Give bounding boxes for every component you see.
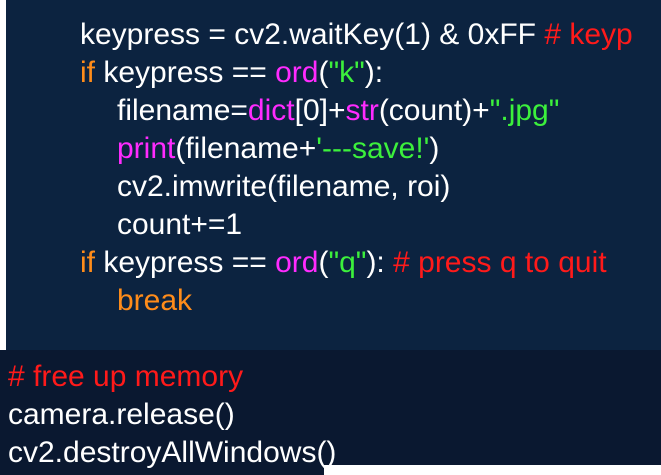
code-builtin: ord bbox=[275, 56, 319, 89]
code-keyword: if bbox=[80, 246, 95, 279]
code-comment: # free up memory bbox=[8, 360, 244, 393]
code-line-10[interactable]: camera.release() bbox=[8, 398, 235, 434]
code-line-4[interactable]: print(filename+'---save!') bbox=[117, 132, 439, 168]
code-line-2[interactable]: if keypress == ord("k"): bbox=[80, 56, 383, 92]
code-string: ".jpg" bbox=[489, 94, 560, 127]
code-text: filename= bbox=[117, 94, 248, 127]
code-area[interactable]: keypress = cv2.waitKey(1) & 0xFF # keyp … bbox=[0, 0, 661, 475]
code-builtin: str bbox=[345, 94, 379, 127]
code-builtin: ord bbox=[275, 246, 319, 279]
code-line-11[interactable]: cv2.destroyAllWindows() bbox=[8, 436, 336, 472]
code-text: (filename+ bbox=[175, 132, 317, 165]
code-text: ): bbox=[366, 246, 394, 279]
code-text: count+=1 bbox=[117, 208, 243, 241]
code-text: keypress == bbox=[95, 56, 276, 89]
code-text: ) bbox=[429, 132, 440, 165]
code-string: "q" bbox=[328, 246, 367, 279]
code-builtin: print bbox=[117, 132, 176, 165]
code-text: keypress == bbox=[95, 246, 276, 279]
code-comment: # press q to quit bbox=[393, 246, 607, 279]
code-editor[interactable]: keypress = cv2.waitKey(1) & 0xFF # keyp … bbox=[0, 0, 661, 475]
code-text: (count)+ bbox=[378, 94, 490, 127]
code-string: '---save!' bbox=[316, 132, 430, 165]
code-comment: # keyp bbox=[544, 18, 633, 51]
code-line-9[interactable]: # free up memory bbox=[8, 360, 243, 396]
code-keyword: if bbox=[80, 56, 95, 89]
code-text: [0]+ bbox=[294, 94, 346, 127]
code-text: ( bbox=[318, 56, 329, 89]
code-text: cv2.destroyAllWindows() bbox=[8, 436, 337, 469]
code-line-7[interactable]: if keypress == ord("q"): # press q to qu… bbox=[80, 246, 607, 282]
code-line-6[interactable]: count+=1 bbox=[117, 208, 242, 244]
code-line-1[interactable]: keypress = cv2.waitKey(1) & 0xFF # keyp bbox=[80, 18, 633, 54]
code-text: camera.release() bbox=[8, 398, 235, 431]
code-line-8[interactable]: break bbox=[117, 284, 192, 320]
code-line-5[interactable]: cv2.imwrite(filename, roi) bbox=[117, 170, 450, 206]
code-string: "k" bbox=[328, 56, 365, 89]
code-builtin: dict bbox=[247, 94, 295, 127]
code-text: ( bbox=[318, 246, 329, 279]
code-text: cv2.imwrite(filename, roi) bbox=[117, 170, 451, 203]
code-text: ): bbox=[364, 56, 384, 89]
code-keyword: break bbox=[117, 284, 193, 317]
code-text: keypress = cv2.waitKey(1) & 0xFF bbox=[80, 18, 545, 51]
code-line-3[interactable]: filename=dict[0]+str(count)+".jpg" bbox=[117, 94, 559, 130]
